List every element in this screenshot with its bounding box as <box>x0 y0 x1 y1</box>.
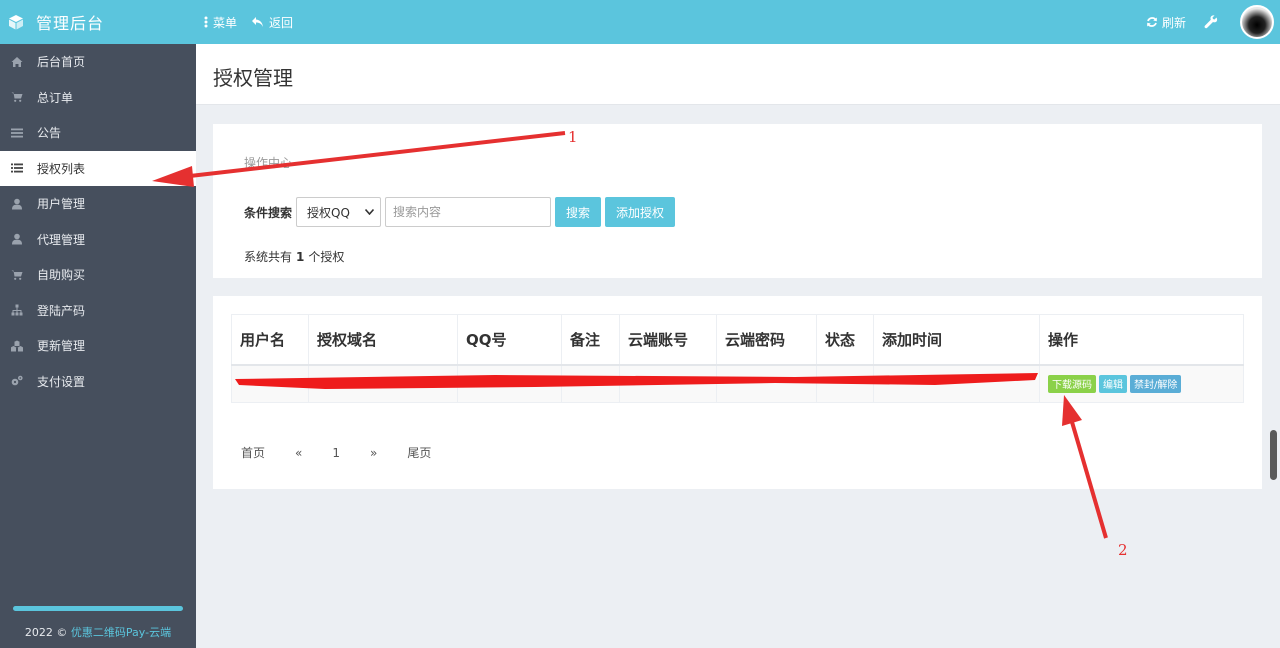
sidebar-progress-bar <box>13 606 183 611</box>
annotation-number-1: 1 <box>568 128 578 146</box>
license-table-panel: 用户名 授权域名 QQ号 备注 云端账号 云端密码 状态 添加时间 操作 下载源… <box>213 296 1262 489</box>
menu-label: 菜单 <box>213 15 238 30</box>
sidebar-item-updates[interactable]: 更新管理 <box>0 328 196 364</box>
col-username: 用户名 <box>231 314 309 366</box>
brand[interactable]: 管理后台 <box>0 0 196 44</box>
footer-link[interactable]: 优惠二维码Pay-云端 <box>71 626 171 639</box>
home-icon <box>11 56 23 67</box>
refresh-button[interactable]: 刷新 <box>1146 14 1186 31</box>
sidebar-item-label: 自助购买 <box>37 268 86 283</box>
refresh-label: 刷新 <box>1161 15 1186 30</box>
sidebar-item-label: 用户管理 <box>37 197 86 212</box>
sidebar-menu: 后台首页 总订单 公告 授权列表 用户管理 代理管理 自助购买 登陆产码 更新管… <box>0 44 196 399</box>
user-icon <box>12 233 22 245</box>
sidebar-item-label: 登陆产码 <box>37 303 86 318</box>
avatar[interactable] <box>1240 5 1274 39</box>
count-suffix: 个授权 <box>308 250 345 264</box>
chevron-down-icon <box>365 209 375 215</box>
table-header-row: 用户名 授权域名 QQ号 备注 云端账号 云端密码 状态 添加时间 操作 <box>231 314 1244 366</box>
search-field-select[interactable]: 授权QQ <box>296 197 382 227</box>
search-label: 条件搜索 <box>244 205 293 220</box>
scrollbar[interactable] <box>1270 430 1277 480</box>
top-bar: 管理后台 菜单 返回 刷新 <box>0 0 1280 44</box>
back-label: 返回 <box>269 15 294 30</box>
sidebar: 后台首页 总订单 公告 授权列表 用户管理 代理管理 自助购买 登陆产码 更新管… <box>0 44 196 648</box>
count-value: 1 <box>296 250 305 264</box>
sidebar-item-orders[interactable]: 总订单 <box>0 80 196 116</box>
sidebar-item-label: 代理管理 <box>37 232 86 247</box>
sidebar-item-label: 总订单 <box>37 90 74 105</box>
top-nav: 菜单 返回 <box>204 0 307 44</box>
search-input[interactable] <box>385 197 552 227</box>
sidebar-item-announcement[interactable]: 公告 <box>0 115 196 151</box>
sidebar-item-login-code[interactable]: 登陆产码 <box>0 293 196 329</box>
sidebar-item-home[interactable]: 后台首页 <box>0 44 196 80</box>
cell-actions: 下载源码 编辑 禁封/解除 <box>1039 364 1244 403</box>
operations-panel: 操作中心 条件搜索 授权QQ 搜索 添加授权 系统共有1个授权 <box>213 124 1262 278</box>
col-cloud-account: 云端账号 <box>619 314 717 366</box>
top-right-tools: 刷新 <box>1146 0 1280 44</box>
page-header: 授权管理 <box>196 44 1280 105</box>
section-title: 操作中心 <box>244 156 293 170</box>
sidebar-item-label: 授权列表 <box>37 161 86 176</box>
reply-icon <box>252 17 264 27</box>
col-status: 状态 <box>816 314 874 366</box>
page-next[interactable]: » <box>370 446 377 460</box>
ban-toggle-button[interactable]: 禁封/解除 <box>1130 374 1182 393</box>
list-icon <box>11 128 23 138</box>
col-remark: 备注 <box>561 314 620 366</box>
col-actions: 操作 <box>1039 314 1244 366</box>
page-first[interactable]: 首页 <box>241 444 265 461</box>
vertical-dots-icon <box>204 16 208 28</box>
select-value: 授权QQ <box>307 205 350 220</box>
page-title: 授权管理 <box>213 66 293 90</box>
count-prefix: 系统共有 <box>244 250 293 264</box>
cart-icon <box>11 270 23 280</box>
col-cloud-password: 云端密码 <box>716 314 817 366</box>
redaction-mark <box>235 373 1038 389</box>
footer-copyright: 2022 © <box>24 626 68 639</box>
sidebar-item-label: 支付设置 <box>37 374 86 389</box>
refresh-icon <box>1147 17 1157 27</box>
wrench-icon <box>1204 15 1218 29</box>
col-domain: 授权域名 <box>308 314 458 366</box>
sidebar-item-payment-settings[interactable]: 支付设置 <box>0 364 196 400</box>
cubes-icon <box>11 340 23 352</box>
page-last[interactable]: 尾页 <box>407 444 431 461</box>
pagination: 首页 « 1 » 尾页 <box>241 444 461 461</box>
list-icon <box>11 163 23 173</box>
back-button[interactable]: 返回 <box>251 14 293 31</box>
download-source-button[interactable]: 下载源码 <box>1048 374 1096 393</box>
edit-button[interactable]: 编辑 <box>1099 374 1127 393</box>
add-license-button[interactable]: 添加授权 <box>605 197 676 227</box>
sidebar-item-license-list[interactable]: 授权列表 <box>0 150 196 186</box>
sidebar-footer: 2022 © 优惠二维码Pay-云端 <box>0 624 196 640</box>
sidebar-item-users[interactable]: 用户管理 <box>0 186 196 222</box>
sidebar-item-agents[interactable]: 代理管理 <box>0 222 196 258</box>
sidebar-item-label: 更新管理 <box>37 339 86 354</box>
search-row: 条件搜索 授权QQ 搜索 添加授权 <box>244 197 679 227</box>
app-title: 管理后台 <box>36 14 105 33</box>
cube-icon <box>9 15 23 30</box>
sidebar-item-self-purchase[interactable]: 自助购买 <box>0 257 196 293</box>
sidebar-item-label: 后台首页 <box>37 55 86 70</box>
user-icon <box>12 198 22 210</box>
sitemap-icon <box>11 304 23 316</box>
col-qq: QQ号 <box>457 314 562 366</box>
settings-button[interactable] <box>1204 15 1222 29</box>
page-prev[interactable]: « <box>295 446 302 460</box>
col-added-time: 添加时间 <box>873 314 1040 366</box>
annotation-number-2: 2 <box>1118 541 1128 559</box>
sidebar-item-label: 公告 <box>37 126 62 141</box>
cart-icon <box>11 92 23 103</box>
row-actions: 下载源码 编辑 禁封/解除 <box>1048 374 1243 393</box>
menu-toggle-button[interactable]: 菜单 <box>204 14 237 31</box>
license-count: 系统共有 1 个授权 <box>244 248 344 265</box>
search-button[interactable]: 搜索 <box>555 197 602 227</box>
gears-icon <box>11 375 23 386</box>
page-number[interactable]: 1 <box>332 446 340 460</box>
